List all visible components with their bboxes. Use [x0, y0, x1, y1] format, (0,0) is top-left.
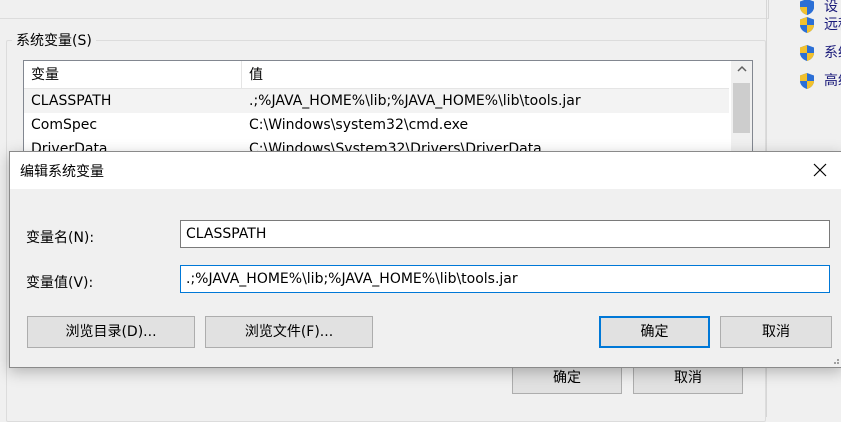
table-row[interactable]: ComSpec C:\Windows\system32\cmd.exe [24, 113, 729, 137]
table-row[interactable]: CLASSPATH .;%JAVA_HOME%\lib;%JAVA_HOME%\… [24, 89, 729, 113]
column-header-variable[interactable]: 变量 [24, 61, 241, 88]
list-header: 变量 值 [24, 61, 729, 89]
variable-value-input[interactable] [180, 265, 830, 293]
row-variable-value: C:\Windows\system32\cmd.exe [249, 117, 469, 133]
uac-shield-icon [800, 45, 814, 61]
row-variable-name: ComSpec [31, 117, 98, 133]
edit-system-variable-dialog: 编辑系统变量 变量名(N): 变量值(V): 浏览目录(D)... 浏览文件(F… [9, 151, 841, 368]
side-link-label: 高级 [824, 73, 841, 89]
system-variables-label: 系统变量(S) [12, 30, 96, 50]
ok-button[interactable]: 确定 [599, 316, 710, 348]
system-variables-list[interactable]: 变量 值 CLASSPATH .;%JAVA_HOME%\lib;%JAVA_H… [23, 60, 753, 162]
scroll-up-arrow-icon[interactable] [731, 63, 752, 76]
variable-value-label: 变量值(V): [26, 275, 94, 291]
list-scrollbar[interactable] [731, 61, 752, 161]
row-variable-name: CLASSPATH [31, 93, 112, 109]
scrollbar-thumb[interactable] [733, 83, 750, 133]
browse-file-button[interactable]: 浏览文件(F)... [205, 316, 373, 348]
browse-directory-button[interactable]: 浏览目录(D)... [27, 316, 195, 348]
side-link-label: 系统 [824, 45, 841, 61]
resize-grip-icon[interactable] [830, 355, 840, 365]
dialog-title: 编辑系统变量 [20, 164, 104, 180]
variable-name-input[interactable] [180, 220, 830, 248]
variable-name-label: 变量名(N): [26, 230, 95, 246]
uac-shield-icon [800, 17, 814, 33]
row-variable-value: .;%JAVA_HOME%\lib;%JAVA_HOME%\lib\tools.… [249, 93, 581, 109]
cancel-button[interactable]: 取消 [720, 316, 832, 348]
uac-shield-icon [800, 0, 814, 15]
close-icon [813, 163, 827, 177]
window-top-edge [0, 0, 769, 19]
dialog-title-bar[interactable]: 编辑系统变量 [10, 152, 841, 189]
uac-shield-icon [800, 73, 814, 89]
side-link-label: 远程 [824, 17, 841, 33]
close-button[interactable] [798, 152, 841, 189]
column-header-value[interactable]: 值 [242, 61, 729, 88]
